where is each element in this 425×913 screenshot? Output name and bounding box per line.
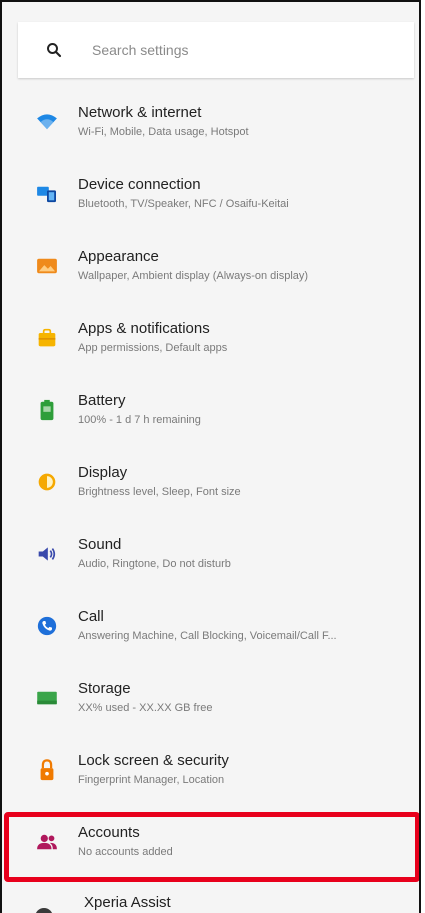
volume-icon [16,545,78,563]
accounts-icon [16,833,78,851]
brightness-icon [16,472,78,492]
settings-item-title: Storage [78,680,131,697]
phone-icon [16,616,78,636]
wallpaper-icon [16,257,78,275]
settings-item-call[interactable]: Call Answering Machine, Call Blocking, V… [2,590,419,662]
settings-item-device-connection[interactable]: Device connection Bluetooth, TV/Speaker,… [2,158,419,230]
settings-item-storage[interactable]: Storage XX% used - XX.XX GB free [2,662,419,734]
settings-item-xperia-assist[interactable]: Xperia Assist [2,882,419,913]
settings-item-title: Sound [78,536,122,553]
settings-item-network[interactable]: Network & internet Wi-Fi, Mobile, Data u… [2,86,419,158]
settings-item-summary: Wallpaper, Ambient display (Always-on di… [78,270,309,282]
settings-item-apps[interactable]: Apps & notifications App permissions, De… [2,302,419,374]
settings-item-lock-screen[interactable]: Lock screen & security Fingerprint Manag… [2,734,419,806]
search-icon [24,22,84,78]
battery-icon [16,399,78,421]
apps-icon [16,328,78,348]
settings-item-accounts[interactable]: Accounts No accounts added [2,806,419,878]
settings-item-title: Apps & notifications [78,320,210,337]
settings-item-summary: Brightness level, Sleep, Font size [78,486,241,498]
settings-item-title: Device connection [78,176,201,193]
settings-item-summary: No accounts added [78,846,173,858]
settings-item-summary: Answering Machine, Call Blocking, Voicem… [78,630,337,642]
settings-item-title: Display [78,464,128,481]
lock-icon [16,759,78,781]
settings-item-title: Network & internet [78,104,202,121]
settings-screen: Search settings Network & internet Wi-Fi… [0,0,421,913]
wifi-icon [16,113,78,131]
search-input[interactable]: Search settings [92,42,189,58]
settings-item-title: Call [78,608,104,625]
settings-item-summary: Fingerprint Manager, Location [78,774,225,786]
settings-item-summary: 100% - 1 d 7 h remaining [78,414,201,426]
assist-icon [35,908,53,913]
settings-item-title: Lock screen & security [78,752,229,769]
settings-item-battery[interactable]: Battery 100% - 1 d 7 h remaining [2,374,419,446]
settings-item-summary: Bluetooth, TV/Speaker, NFC / Osaifu-Keit… [78,198,289,210]
settings-item-title: Appearance [78,248,159,265]
settings-item-title: Battery [78,392,126,409]
storage-icon [16,690,78,706]
settings-item-appearance[interactable]: Appearance Wallpaper, Ambient display (A… [2,230,419,302]
settings-item-summary: Audio, Ringtone, Do not disturb [78,558,231,570]
settings-list: Network & internet Wi-Fi, Mobile, Data u… [2,86,419,878]
search-bar[interactable]: Search settings [18,22,414,78]
settings-item-sound[interactable]: Sound Audio, Ringtone, Do not disturb [2,518,419,590]
settings-item-summary: Wi-Fi, Mobile, Data usage, Hotspot [78,126,249,138]
settings-item-title: Accounts [78,824,140,841]
settings-item-title: Xperia Assist [84,894,171,911]
devices-icon [16,185,78,203]
settings-item-display[interactable]: Display Brightness level, Sleep, Font si… [2,446,419,518]
settings-item-summary: XX% used - XX.XX GB free [78,702,213,714]
settings-item-summary: App permissions, Default apps [78,342,228,354]
